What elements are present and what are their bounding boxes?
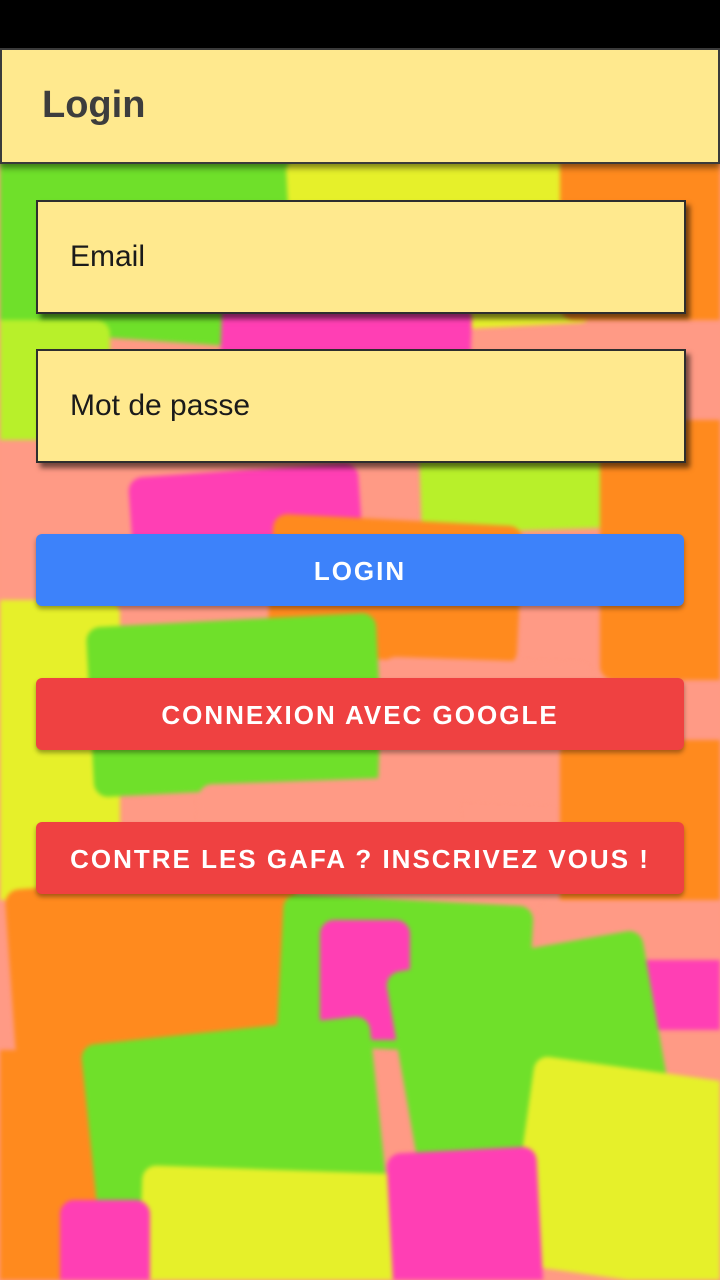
app-bar: Login — [0, 48, 720, 164]
page-title: Login — [42, 84, 146, 126]
register-button[interactable]: CONTRE LES GAFA ? INSCRIVEZ VOUS ! — [36, 822, 684, 894]
email-field-container — [36, 200, 686, 314]
login-button[interactable]: LOGIN — [36, 534, 684, 606]
login-screen: Login LOGIN CONNEXION AVEC GOOGLE CONTRE… — [0, 0, 720, 1280]
sticky-notes-background — [0, 0, 720, 1280]
status-bar — [0, 0, 720, 48]
password-field-container — [36, 349, 686, 463]
email-field[interactable] — [38, 202, 684, 312]
google-login-button[interactable]: CONNEXION AVEC GOOGLE — [36, 678, 684, 750]
password-field[interactable] — [38, 351, 684, 461]
